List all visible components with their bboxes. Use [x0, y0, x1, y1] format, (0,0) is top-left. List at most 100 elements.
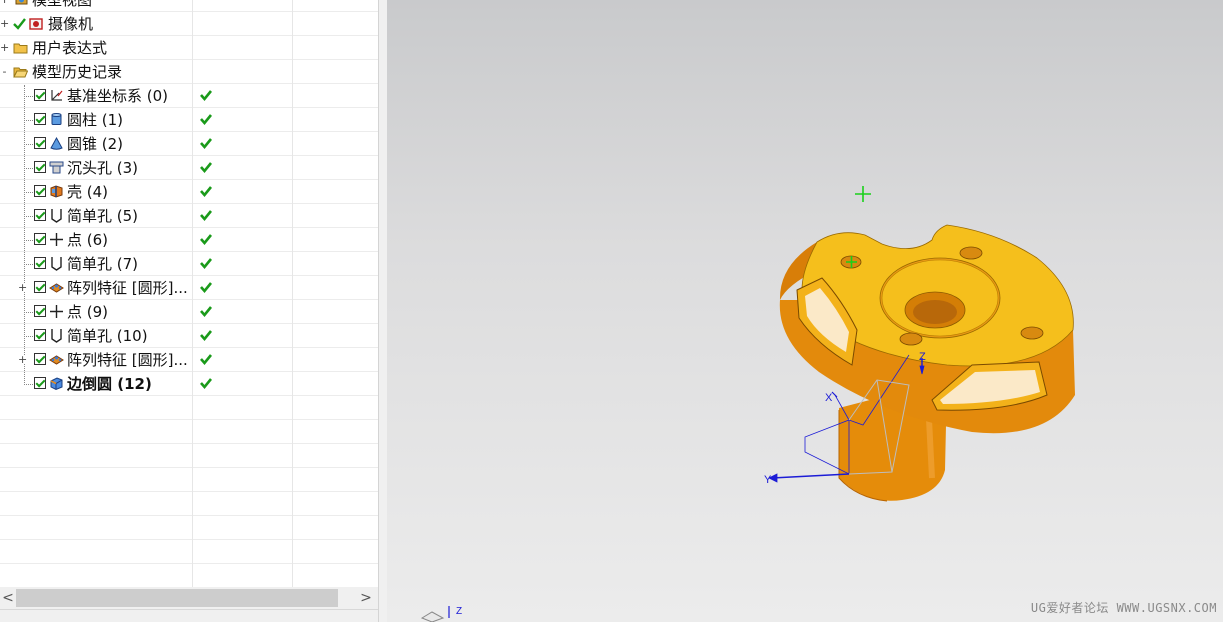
- tree-label: 简单孔 (7): [67, 255, 139, 273]
- horizontal-scrollbar[interactable]: < >: [0, 587, 378, 609]
- tree-row-cylinder[interactable]: 圆柱 (1): [0, 108, 378, 132]
- tree-row-shell[interactable]: 壳 (4): [0, 180, 378, 204]
- empty-row: [0, 492, 378, 516]
- model-canvas: Y X Z Z: [420, 186, 1075, 622]
- status-check-icon: [200, 138, 213, 150]
- empty-row: [0, 468, 378, 492]
- cylinder-icon: [51, 113, 62, 125]
- status-check-icon: [200, 210, 213, 222]
- tree-row-user-expressions[interactable]: + 用户表达式: [0, 36, 378, 60]
- tree-row-pattern-feature[interactable]: + 阵列特征 [圆形]...: [0, 276, 378, 300]
- visibility-checkbox[interactable]: [34, 113, 46, 125]
- counterbore-hole-icon: [49, 161, 64, 174]
- status-check-icon: [200, 258, 213, 270]
- datum-csys-icon: [51, 90, 63, 101]
- triad-x-label: X: [825, 392, 833, 404]
- pattern-feature-icon: [49, 283, 64, 293]
- tree-label: 简单孔 (10): [67, 327, 148, 345]
- point-icon: [50, 233, 63, 246]
- status-check-icon: [200, 114, 213, 126]
- tree-label: 阵列特征 [圆形]...: [67, 351, 188, 369]
- panel-splitter[interactable]: [378, 0, 387, 622]
- visibility-checkbox[interactable]: [34, 257, 46, 269]
- tree-row-datum-csys[interactable]: 基准坐标系 (0): [0, 84, 378, 108]
- visibility-checkbox[interactable]: [34, 185, 46, 197]
- visibility-checkbox[interactable]: [34, 329, 46, 341]
- triad-y-label: Y: [764, 474, 772, 486]
- tree-label: 圆锥 (2): [67, 135, 124, 153]
- scrollbar-thumb[interactable]: [16, 589, 338, 607]
- visibility-checkbox[interactable]: [34, 233, 46, 245]
- tree-row-cameras[interactable]: + 摄像机: [0, 12, 378, 36]
- empty-row: [0, 396, 378, 420]
- visibility-checkbox[interactable]: [34, 89, 46, 101]
- tree-label: 模型历史记录: [32, 63, 123, 81]
- cone-icon: [50, 136, 63, 150]
- tree-row-point[interactable]: 点 (9): [0, 300, 378, 324]
- status-check-icon: [200, 354, 213, 366]
- status-check-icon: [200, 282, 213, 294]
- visibility-checkbox[interactable]: [34, 137, 46, 149]
- model-views-icon: [15, 0, 28, 5]
- edge-blend-icon: [50, 377, 63, 391]
- status-check-icon: [200, 330, 213, 342]
- folder-icon: [13, 43, 28, 54]
- scroll-left-icon[interactable]: <: [0, 590, 16, 606]
- status-check-icon: [200, 378, 213, 390]
- shell-icon: [50, 185, 63, 198]
- status-check-icon: [200, 162, 213, 174]
- visibility-checkbox[interactable]: [34, 161, 46, 173]
- tree-row-point[interactable]: 点 (6): [0, 228, 378, 252]
- orientation-triad-icon: Z: [420, 606, 462, 622]
- expand-icon[interactable]: +: [0, 18, 9, 29]
- tree-label: 简单孔 (5): [67, 207, 139, 225]
- simple-hole-icon: [51, 209, 62, 223]
- simple-hole-icon: [51, 257, 62, 271]
- visibility-checkbox[interactable]: [34, 353, 46, 365]
- point-marker-icon: [855, 186, 871, 202]
- visibility-checkbox[interactable]: [34, 281, 46, 293]
- point-icon: [50, 305, 63, 318]
- empty-row: [0, 444, 378, 468]
- tree-label: 阵列特征 [圆形]...: [67, 279, 188, 297]
- pattern-feature-icon: [49, 355, 64, 365]
- collapse-icon[interactable]: -: [0, 66, 9, 77]
- empty-row: [0, 420, 378, 444]
- camera-icon: [29, 18, 43, 30]
- empty-row: [0, 564, 378, 588]
- tree-label: 圆柱 (1): [67, 111, 124, 129]
- visibility-checkbox[interactable]: [34, 209, 46, 221]
- empty-row: [0, 516, 378, 540]
- tree-row-model-history[interactable]: - 模型历史记录: [0, 60, 378, 84]
- tree-label: 点 (6): [67, 231, 109, 249]
- status-check-icon: [200, 186, 213, 198]
- expand-icon[interactable]: +: [18, 282, 27, 293]
- expand-icon[interactable]: +: [0, 42, 9, 53]
- tree-row-simple-hole[interactable]: 简单孔 (10): [0, 324, 378, 348]
- tree-label: 边倒圆 (12): [67, 375, 152, 393]
- tree-label: 壳 (4): [67, 183, 109, 201]
- expand-icon[interactable]: +: [0, 0, 9, 5]
- scroll-right-icon[interactable]: >: [358, 590, 374, 606]
- tree-row-pattern-feature[interactable]: + 阵列特征 [圆形]...: [0, 348, 378, 372]
- triad-z-label: Z: [919, 351, 926, 363]
- graphics-viewport[interactable]: Y X Z Z UG爱好者论坛 WWW.UGSNX.COM: [387, 0, 1223, 622]
- simple-hole-icon: [51, 329, 62, 343]
- panel-bottom-bar: [0, 609, 378, 622]
- visibility-checkbox[interactable]: [34, 305, 46, 317]
- tree-row-cone[interactable]: 圆锥 (2): [0, 132, 378, 156]
- tree-row-edge-blend[interactable]: 边倒圆 (12): [0, 372, 378, 396]
- expand-icon[interactable]: +: [18, 354, 27, 365]
- tree-row-simple-hole[interactable]: 简单孔 (7): [0, 252, 378, 276]
- status-check-icon: [200, 306, 213, 318]
- tree-row-counterbore-hole[interactable]: 沉头孔 (3): [0, 156, 378, 180]
- tree-row-model-views[interactable]: + 模型视图: [0, 0, 378, 12]
- tree-label: 摄像机: [48, 15, 94, 33]
- tree-row-simple-hole[interactable]: 简单孔 (5): [0, 204, 378, 228]
- tree-label: 模型视图: [32, 0, 93, 9]
- tree-label: 用户表达式: [32, 39, 108, 57]
- tree-label: 基准坐标系 (0): [67, 87, 169, 105]
- watermark: UG爱好者论坛 WWW.UGSNX.COM: [1030, 601, 1217, 615]
- visibility-checkbox[interactable]: [34, 377, 46, 389]
- status-check-icon: [200, 90, 213, 102]
